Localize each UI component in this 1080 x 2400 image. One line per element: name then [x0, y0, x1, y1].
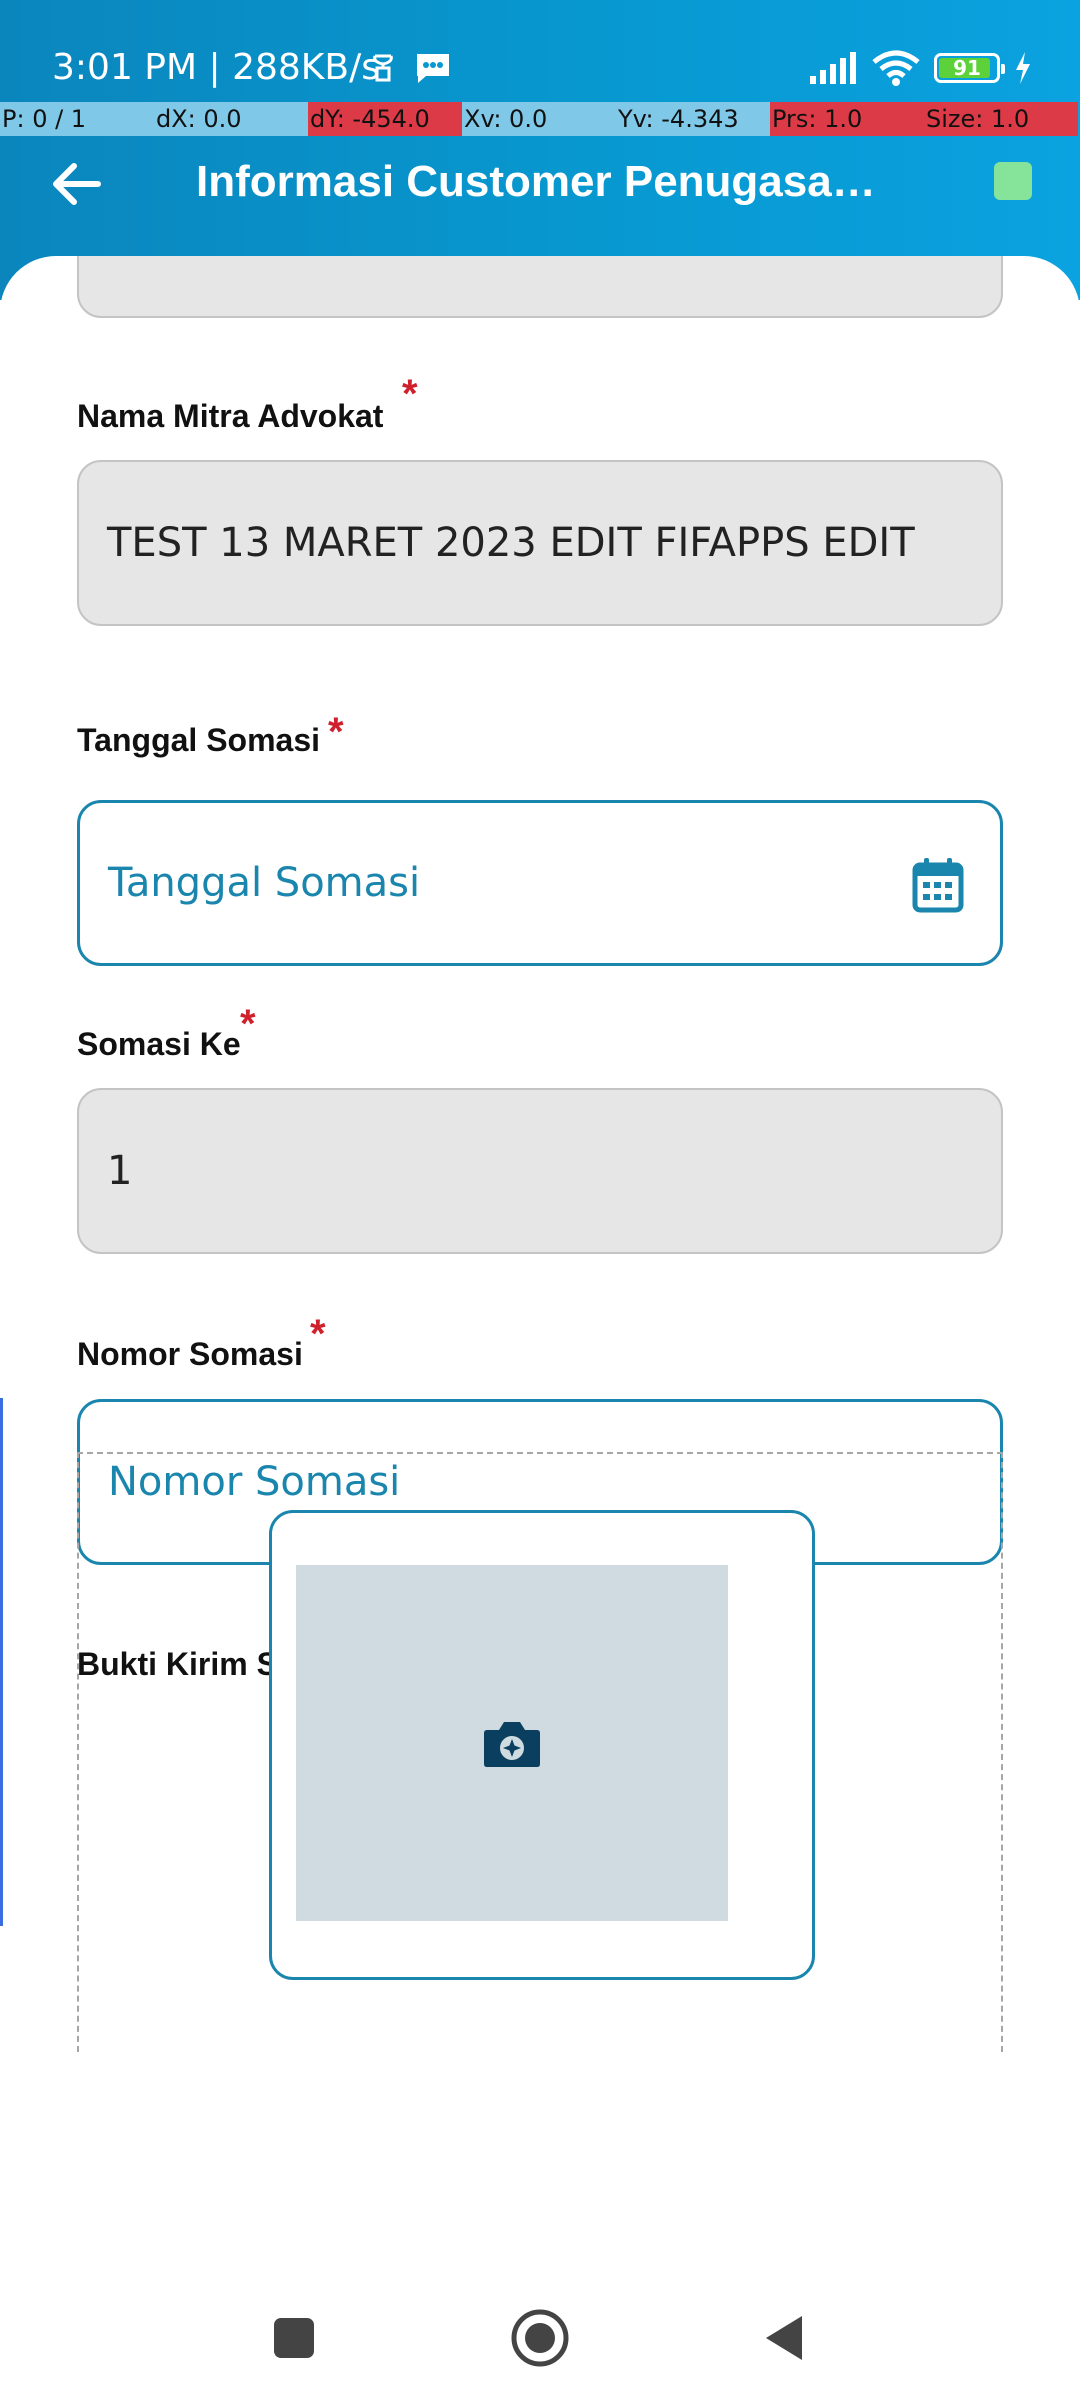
- page-title: Informasi Customer Penugasan ...: [196, 157, 896, 206]
- debug-dx: dX: 0.0: [154, 102, 308, 136]
- square-icon: [274, 2318, 314, 2358]
- recents-button[interactable]: [254, 2298, 334, 2378]
- battery-icon: 91: [934, 53, 1005, 83]
- status-time: 3:01 PM | 288KB/s: [52, 47, 380, 88]
- tanggal-somasi-required-marker: *: [328, 710, 344, 754]
- somasi-ke-required-marker: *: [240, 1002, 256, 1046]
- debug-pointer: P: 0 / 1: [0, 102, 154, 136]
- arrow-left-icon: [53, 163, 101, 205]
- somasi-ke-field: 1: [77, 1088, 1003, 1254]
- left-edge-indicator: [0, 1398, 3, 1926]
- status-notification-icons: [370, 44, 452, 92]
- battery-level-text: 91: [953, 56, 981, 80]
- debug-yv: Yv: -4.343: [616, 102, 770, 136]
- battery-nub: [1001, 64, 1005, 74]
- signal-icon: [810, 52, 856, 84]
- photo-upload-button[interactable]: [269, 1510, 815, 1980]
- status-bar: 3:01 PM | 288KB/s 91: [0, 0, 1080, 100]
- nama-mitra-label: Nama Mitra Advokat: [77, 398, 384, 434]
- photo-placeholder: [296, 1565, 728, 1921]
- debug-pressure: Prs: 1.0: [770, 102, 924, 136]
- camera-icon: [484, 1722, 540, 1767]
- status-right-icons: 91: [808, 46, 1032, 90]
- somasi-ke-value: 1: [107, 1148, 133, 1194]
- debug-size: Size: 1.0: [924, 102, 1078, 136]
- tanggal-somasi-placeholder: Tanggal Somasi: [108, 860, 421, 906]
- debug-xv: Xv: 0.0: [462, 102, 616, 136]
- calendar-icon[interactable]: [912, 857, 964, 913]
- status-indicator: [994, 162, 1032, 200]
- home-button[interactable]: [500, 2298, 580, 2378]
- system-back-button[interactable]: [744, 2298, 824, 2378]
- debug-dy: dY: -454.0: [308, 102, 462, 136]
- message-icon: [417, 54, 449, 83]
- app-bar: Informasi Customer Penugasan ...: [0, 138, 1080, 224]
- vpn-icon: [373, 54, 393, 82]
- charging-icon: [1016, 52, 1030, 84]
- circle-icon: [511, 2309, 569, 2367]
- previous-field-box: [77, 256, 1003, 318]
- tanggal-somasi-field[interactable]: Tanggal Somasi: [77, 800, 1003, 966]
- wifi-icon: [872, 50, 920, 86]
- upload-area: [77, 1452, 1003, 2052]
- back-button[interactable]: [44, 152, 108, 216]
- tanggal-somasi-label: Tanggal Somasi: [77, 722, 321, 758]
- nama-mitra-value: TEST 13 MARET 2023 EDIT FIFAPPS EDIT: [107, 520, 915, 566]
- nama-mitra-field: TEST 13 MARET 2023 EDIT FIFAPPS EDIT: [77, 460, 1003, 626]
- triangle-back-icon: [766, 2316, 802, 2360]
- system-navigation-bar: [0, 2270, 1080, 2400]
- nomor-somasi-required-marker: *: [310, 1312, 326, 1356]
- nomor-somasi-label: Nomor Somasi: [77, 1336, 303, 1372]
- pointer-location-overlay: P: 0 / 1 dX: 0.0 dY: -454.0 Xv: 0.0 Yv: …: [0, 102, 1080, 136]
- somasi-ke-label: Somasi Ke: [77, 1026, 241, 1062]
- nama-mitra-required-marker: *: [402, 372, 418, 416]
